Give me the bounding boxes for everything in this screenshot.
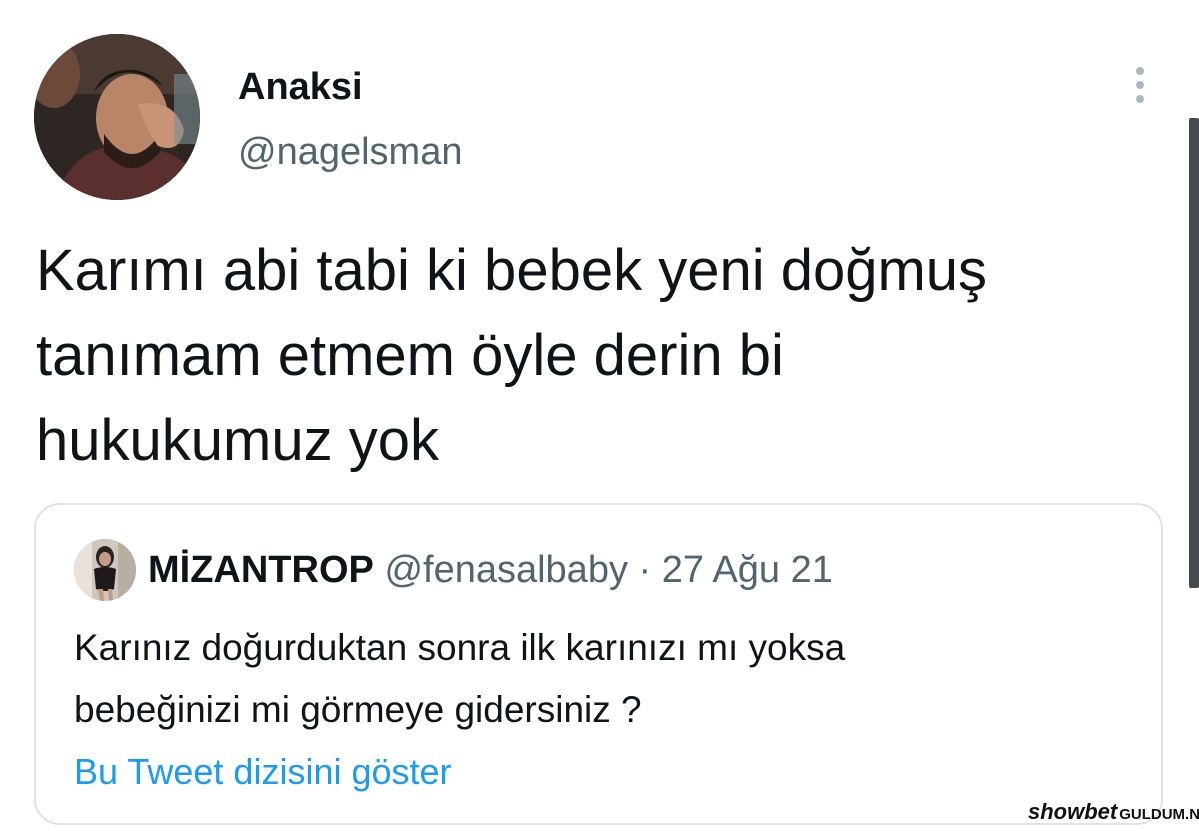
watermark: showbetGULDUM.NET	[1028, 798, 1199, 829]
quoted-author-avatar[interactable]	[74, 539, 136, 601]
more-vertical-icon	[1136, 67, 1144, 75]
tweet-text-line: Karımı abi tabi ki bebek yeni doğmuş	[36, 238, 988, 303]
quoted-tweet-text: Karınız doğurduktan sonra ilk karınızı m…	[74, 617, 845, 741]
scrollbar[interactable]	[1189, 118, 1199, 588]
quoted-author-display-name[interactable]: MİZANTROP	[148, 549, 374, 591]
watermark-brand: showbet	[1028, 799, 1118, 824]
quoted-tweet-card[interactable]: MİZANTROP @fenasalbaby · 27 Ağu 21 Karın…	[34, 503, 1163, 825]
watermark-site: GULDUM.NET	[1119, 806, 1199, 823]
more-options-button[interactable]	[1122, 60, 1158, 110]
author-handle[interactable]: @nagelsman	[238, 129, 462, 175]
author-display-name[interactable]: Anaksi	[238, 64, 363, 110]
tweet-text: Karımı abi tabi ki bebek yeni doğmuş tan…	[36, 228, 1146, 483]
author-avatar[interactable]	[34, 34, 200, 200]
quoted-tweet-header: MİZANTROP @fenasalbaby · 27 Ağu 21	[148, 547, 833, 593]
quoted-author-avatar-photo	[74, 539, 136, 601]
tweet-text-line: tanımam etmem öyle derin bi	[36, 323, 784, 388]
quoted-author-meta: @fenasalbaby · 27 Ağu 21	[384, 549, 833, 591]
quoted-tweet-text-line: bebeğinizi mi görmeye gidersiniz ?	[74, 689, 642, 730]
tweet-text-line: hukukumuz yok	[36, 408, 439, 473]
show-thread-link[interactable]: Bu Tweet dizisini göster	[74, 749, 452, 795]
quoted-tweet-text-line: Karınız doğurduktan sonra ilk karınızı m…	[74, 627, 846, 668]
more-vertical-icon-dot	[1136, 95, 1144, 103]
more-vertical-icon-dot	[1136, 81, 1144, 89]
author-avatar-photo	[34, 34, 200, 200]
